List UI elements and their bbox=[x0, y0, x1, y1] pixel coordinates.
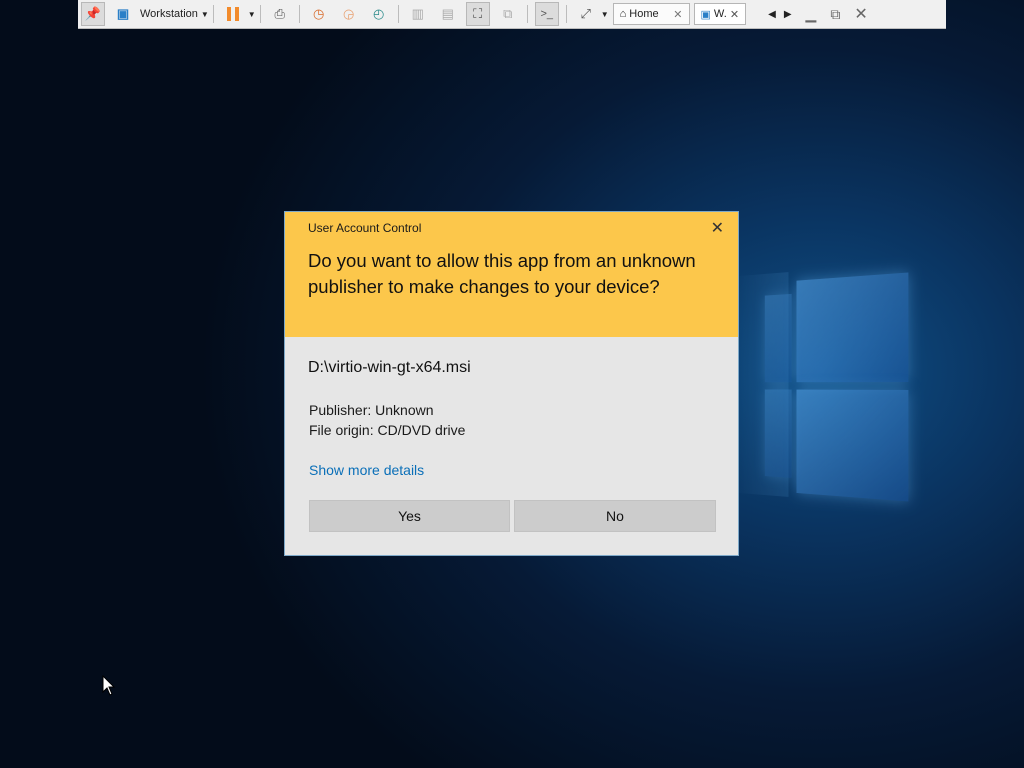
full-screen-icon[interactable]: ⛶ bbox=[465, 2, 490, 26]
pause-icon[interactable] bbox=[221, 2, 245, 26]
close-window-icon[interactable]: ✕ bbox=[854, 4, 867, 24]
separator bbox=[526, 5, 528, 23]
tab-label: Home bbox=[629, 8, 659, 20]
library-icon[interactable]: ▥ bbox=[406, 2, 430, 26]
no-button[interactable]: No bbox=[514, 500, 716, 532]
close-icon[interactable]: ✕ bbox=[711, 218, 724, 238]
close-icon[interactable]: ✕ bbox=[730, 8, 739, 21]
tab-vm[interactable]: ▣ W. ✕ bbox=[693, 3, 747, 25]
uac-dialog: User Account Control ✕ Do you want to al… bbox=[284, 211, 739, 556]
unity-icon[interactable]: ⧉ bbox=[496, 2, 520, 26]
separator bbox=[212, 5, 214, 23]
separator bbox=[397, 5, 399, 23]
close-icon[interactable]: ✕ bbox=[673, 8, 682, 21]
windows-logo bbox=[734, 262, 915, 507]
scroll-right-icon[interactable]: ▶ bbox=[784, 9, 792, 20]
app-path: D:\virtio-win-gt-x64.msi bbox=[308, 359, 471, 376]
stretch-icon[interactable]: ⤢ bbox=[574, 2, 598, 26]
uac-header: User Account Control ✕ Do you want to al… bbox=[285, 212, 738, 337]
snapshot-icon[interactable]: ◷ bbox=[307, 2, 331, 26]
thumbnail-icon[interactable]: ▤ bbox=[436, 2, 460, 26]
chevron-down-icon[interactable]: ▼ bbox=[248, 10, 256, 19]
snapshot-manager-icon[interactable]: ◴ bbox=[367, 2, 391, 26]
workstation-menu[interactable]: Workstation bbox=[140, 8, 198, 20]
home-icon: ⌂ bbox=[619, 8, 627, 20]
file-origin-info: File origin: CD/DVD drive bbox=[309, 422, 466, 438]
minimize-icon[interactable]: ▁ bbox=[806, 6, 817, 23]
tab-home[interactable]: ⌂ Home ✕ bbox=[612, 3, 690, 25]
separator bbox=[298, 5, 300, 23]
restore-icon[interactable]: ⧉ bbox=[830, 6, 840, 23]
vmware-logo-icon: ▣ bbox=[116, 6, 130, 21]
scroll-left-icon[interactable]: ◀ bbox=[768, 9, 776, 20]
revert-snapshot-icon[interactable]: ◶ bbox=[337, 2, 361, 26]
separator bbox=[565, 5, 567, 23]
publisher-info: Publisher: Unknown bbox=[309, 402, 434, 418]
uac-question: Do you want to allow this app from an un… bbox=[308, 250, 696, 297]
pin-icon[interactable]: 📌 bbox=[81, 2, 105, 26]
mouse-pointer-icon bbox=[102, 674, 116, 702]
vm-icon: ▣ bbox=[700, 8, 711, 21]
tab-label: W. bbox=[713, 8, 727, 20]
separator bbox=[259, 5, 261, 23]
chevron-down-icon[interactable]: ▼ bbox=[601, 10, 609, 19]
send-ctrl-alt-del-icon[interactable]: ⎙ bbox=[268, 2, 292, 26]
yes-button[interactable]: Yes bbox=[309, 500, 510, 532]
dialog-title: User Account Control bbox=[308, 221, 422, 235]
show-more-details-link[interactable]: Show more details bbox=[309, 462, 424, 478]
chevron-down-icon[interactable]: ▼ bbox=[201, 10, 209, 19]
console-icon[interactable]: >_ bbox=[534, 2, 559, 26]
vmware-toolbar: 📌 ▣ Workstation ▼ ▼ ⎙ ◷ ◶ ◴ ▥ ▤ ⛶ ⧉ >_ ⤢… bbox=[78, 0, 946, 29]
